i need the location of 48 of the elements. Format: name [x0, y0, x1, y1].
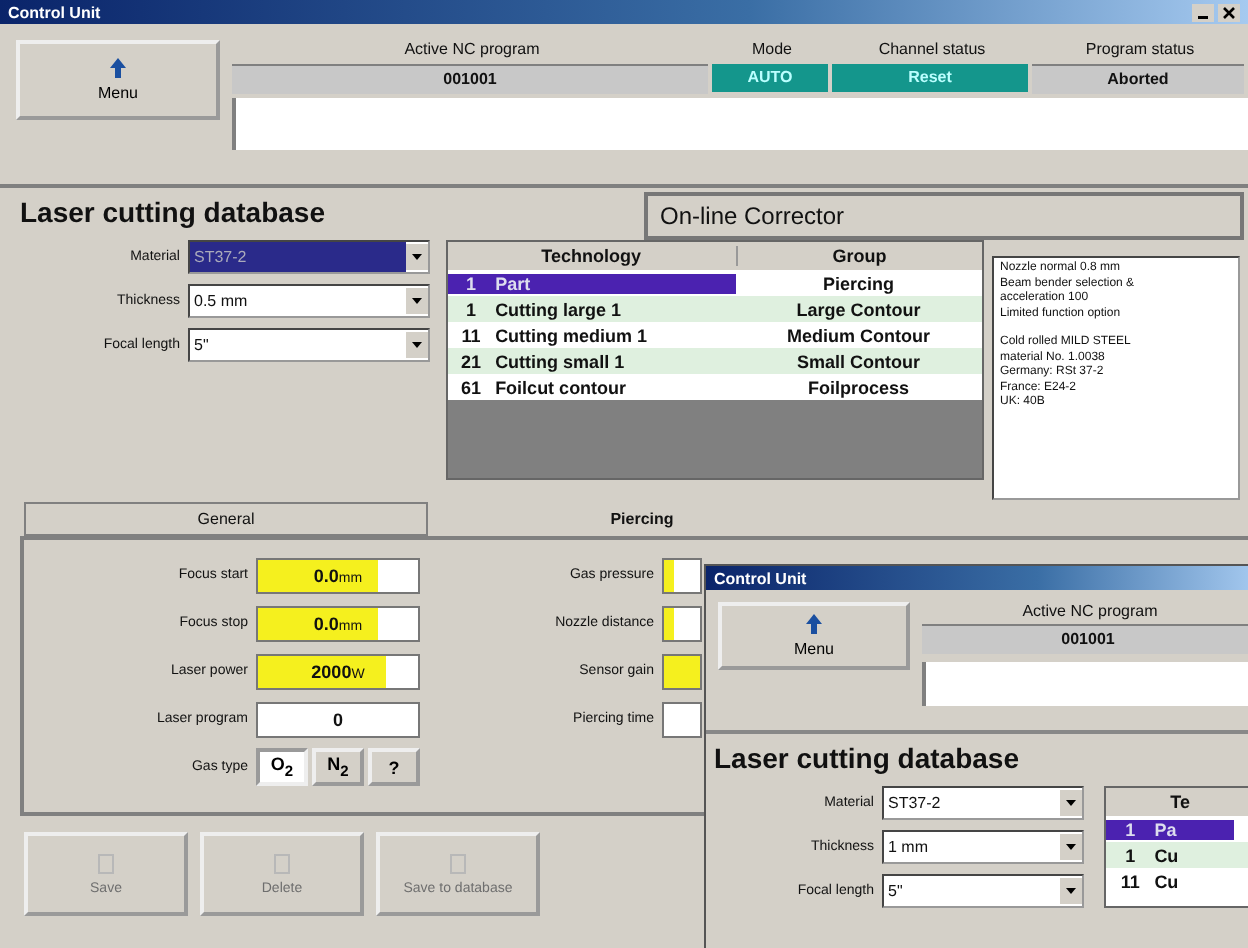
value-field[interactable]: [662, 701, 702, 737]
dropdown-field[interactable]: 1 mm: [882, 830, 1085, 864]
minimize-button[interactable]: [1192, 3, 1214, 21]
tab[interactable]: General: [24, 502, 428, 536]
dropdown-field[interactable]: 5": [882, 874, 1085, 908]
panel-title: On-line Corrector: [644, 192, 1244, 240]
status-value: AUTO: [712, 64, 828, 92]
menu-button[interactable]: Menu: [718, 602, 910, 670]
status-value: Aborted: [1032, 64, 1244, 94]
window-title: Control Unit: [714, 569, 807, 587]
column-label: Mode: [749, 40, 794, 58]
document-icon: [272, 853, 292, 873]
arrow-icon: [806, 614, 822, 634]
table-row[interactable]: 11 Cutting medium 1 Medium Contour: [447, 322, 982, 348]
gas-button[interactable]: ?: [368, 748, 420, 786]
arrow-icon: [110, 58, 126, 78]
section-title: Laser cutting database: [712, 740, 1021, 778]
table-row[interactable]: 21 Cutting small 1 Small Contour: [447, 348, 982, 374]
menu-button[interactable]: Menu: [16, 40, 220, 120]
window-title: Control Unit: [8, 3, 101, 21]
gas-button[interactable]: O$_{2}$: [256, 748, 308, 786]
document-icon: [448, 853, 468, 873]
table-row[interactable]: 1 Part Piercing: [447, 270, 982, 296]
status-value: 001001: [232, 64, 708, 94]
value-field[interactable]: 0: [256, 701, 420, 737]
column-header: Group: [830, 246, 889, 266]
value-field[interactable]: [662, 653, 702, 689]
column-label: Channel status: [876, 40, 988, 58]
table-row[interactable]: 1 Cu: [1106, 842, 1248, 868]
column-label: Active NC program: [1020, 602, 1160, 620]
status-value: Reset: [832, 64, 1028, 92]
dropdown-field[interactable]: 5": [188, 328, 430, 362]
dropdown-field[interactable]: ST37-2: [882, 786, 1085, 820]
table-row[interactable]: 61 Foilcut contour Foilprocess: [447, 374, 982, 400]
value-field[interactable]: [662, 557, 702, 593]
column-label: Active NC program: [402, 40, 542, 58]
document-icon: [96, 853, 116, 873]
dropdown-field[interactable]: 0.5 mm: [188, 284, 430, 318]
column-label: Program status: [1083, 40, 1197, 58]
column-header: Technology: [447, 246, 738, 266]
table-row[interactable]: 1 Cutting large 1 Large Contour: [447, 296, 982, 322]
section-title: Laser cutting database: [20, 194, 327, 232]
column-header: Te: [1106, 792, 1248, 812]
status-value: 001001: [922, 624, 1248, 654]
value-field[interactable]: [662, 605, 702, 641]
dropdown-field[interactable]: ST37-2: [188, 240, 430, 274]
close-button[interactable]: [1218, 3, 1240, 21]
gas-button[interactable]: N$_{2}$: [312, 748, 364, 786]
